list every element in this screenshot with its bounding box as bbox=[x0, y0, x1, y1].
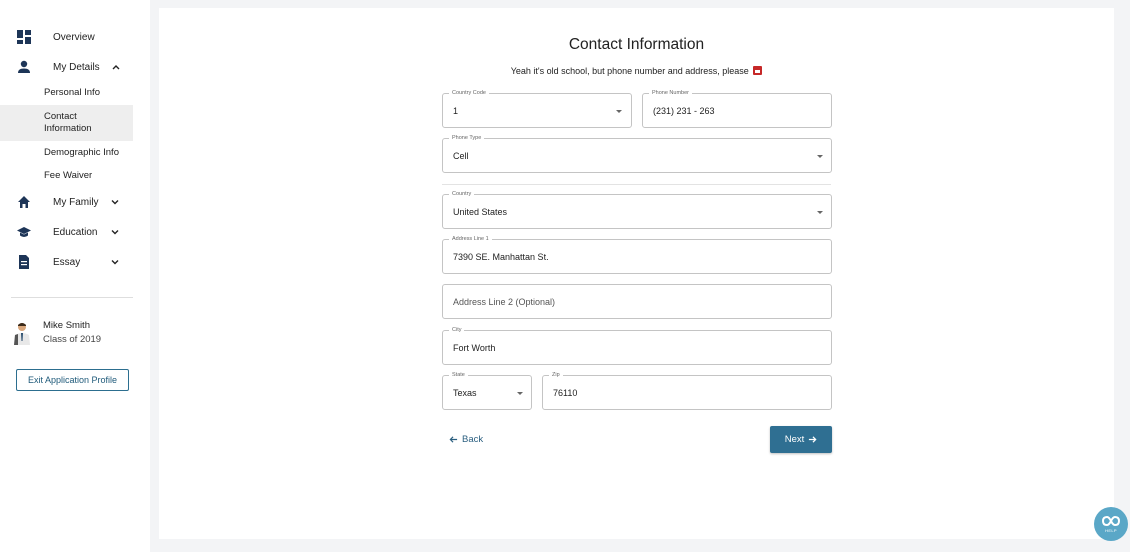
sidebar: Overview My Details Personal Info Contac… bbox=[0, 0, 150, 552]
sidebar-subitem-contact-information[interactable]: Contact Information bbox=[0, 105, 133, 141]
telephone-icon bbox=[753, 66, 763, 75]
user-name: Mike Smith bbox=[43, 320, 90, 331]
caret-down-icon bbox=[616, 110, 622, 113]
phone-type-select[interactable]: Phone Type Cell bbox=[442, 134, 832, 173]
sidebar-subitem-label: Fee Waiver bbox=[44, 170, 93, 181]
page-title: Contact Information bbox=[568, 36, 705, 53]
dashboard-icon bbox=[17, 30, 31, 44]
chevron-down-icon bbox=[110, 197, 120, 207]
page-subtitle: Yeah it's old school, but phone number a… bbox=[159, 66, 1114, 76]
field-value: Fort Worth bbox=[453, 343, 496, 353]
main-content: Contact Information Yeah it's old school… bbox=[159, 8, 1114, 539]
infinity-icon bbox=[1102, 515, 1120, 527]
field-label: Zip bbox=[549, 371, 563, 379]
caret-down-icon bbox=[517, 392, 523, 395]
field-label: Country bbox=[449, 190, 475, 198]
field-placeholder: Address Line 2 (Optional) bbox=[453, 297, 556, 307]
help-button[interactable]: HELP bbox=[1094, 507, 1128, 541]
sidebar-item-label: Education bbox=[53, 226, 98, 238]
country-select[interactable]: Country United States bbox=[442, 190, 832, 229]
next-label: Next bbox=[784, 434, 805, 445]
field-value: United States bbox=[453, 207, 508, 217]
field-label: Country Code bbox=[449, 89, 489, 97]
country-code-select[interactable]: Country Code 1 bbox=[442, 89, 632, 128]
arrow-right-icon bbox=[809, 436, 817, 443]
field-value: Texas bbox=[453, 388, 477, 398]
sidebar-item-label: Essay bbox=[53, 256, 81, 268]
chevron-up-icon bbox=[111, 62, 121, 72]
sidebar-subitem-label: Demographic Info bbox=[44, 147, 119, 158]
graduation-cap-icon bbox=[17, 225, 31, 239]
next-button[interactable]: Next bbox=[770, 426, 832, 453]
field-label: State bbox=[449, 371, 468, 379]
avatar bbox=[11, 321, 33, 345]
back-label: Back bbox=[462, 434, 484, 445]
person-icon bbox=[17, 60, 31, 74]
sidebar-subitem-fee-waiver[interactable]: Fee Waiver bbox=[0, 169, 133, 183]
caret-down-icon bbox=[817, 211, 823, 214]
sidebar-subitem-label: Personal Info bbox=[44, 87, 100, 98]
chevron-down-icon bbox=[110, 257, 120, 267]
field-value: 1 bbox=[453, 106, 459, 116]
sidebar-subitem-personal-info[interactable]: Personal Info bbox=[0, 86, 133, 100]
field-value: Cell bbox=[453, 151, 469, 161]
phone-number-input[interactable]: Phone Number (231) 231 - 263 bbox=[642, 89, 832, 128]
sidebar-item-my-family[interactable]: My Family bbox=[0, 188, 150, 216]
field-value: 7390 SE. Manhattan St. bbox=[453, 252, 549, 262]
field-label: Phone Number bbox=[649, 89, 692, 97]
field-value: (231) 231 - 263 bbox=[653, 106, 715, 116]
user-class: Class of 2019 bbox=[43, 334, 102, 345]
field-label: City bbox=[449, 326, 465, 334]
sidebar-item-label: Overview bbox=[53, 31, 95, 43]
sidebar-item-overview[interactable]: Overview bbox=[0, 23, 150, 51]
sidebar-subitem-demographic-info[interactable]: Demographic Info bbox=[0, 146, 133, 160]
field-label: Address Line 1 bbox=[449, 235, 492, 243]
zip-input[interactable]: Zip 76110 bbox=[542, 371, 832, 410]
field-value: 76110 bbox=[553, 388, 578, 398]
home-icon bbox=[17, 195, 31, 209]
state-select[interactable]: State Texas bbox=[442, 371, 532, 410]
caret-down-icon bbox=[817, 155, 823, 158]
sidebar-item-my-details[interactable]: My Details bbox=[0, 53, 150, 81]
sidebar-item-education[interactable]: Education bbox=[0, 218, 150, 246]
sidebar-item-essay[interactable]: Essay bbox=[0, 248, 150, 276]
city-input[interactable]: City Fort Worth bbox=[442, 326, 832, 365]
document-icon bbox=[17, 255, 31, 269]
arrow-left-icon bbox=[449, 436, 458, 443]
sidebar-item-label: My Family bbox=[53, 196, 99, 208]
sidebar-divider bbox=[11, 297, 133, 298]
help-label: HELP bbox=[1105, 528, 1117, 533]
sidebar-subitem-label: Contact Information bbox=[44, 111, 92, 134]
address-line-1-input[interactable]: Address Line 1 7390 SE. Manhattan St. bbox=[442, 235, 832, 274]
exit-application-profile-button[interactable]: Exit Application Profile bbox=[16, 369, 129, 391]
sidebar-item-label: My Details bbox=[53, 61, 100, 73]
field-label: Phone Type bbox=[449, 134, 485, 142]
chevron-down-icon bbox=[110, 227, 120, 237]
address-line-2-input[interactable]: Address Line 2 (Optional) bbox=[442, 284, 832, 319]
section-divider bbox=[442, 184, 831, 185]
back-button[interactable]: Back bbox=[449, 434, 483, 445]
